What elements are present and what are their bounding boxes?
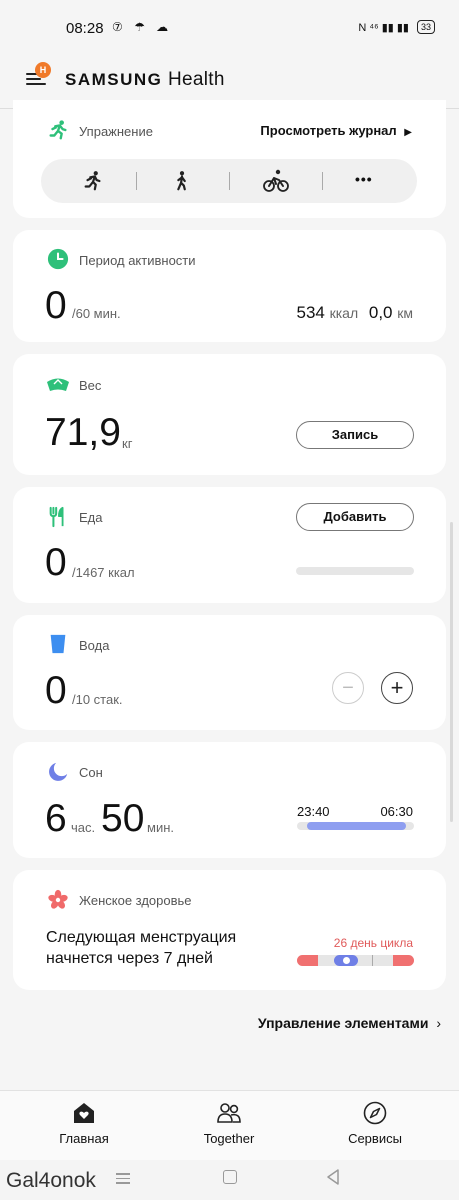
exercise-title: Упражнение	[79, 124, 153, 139]
water-card[interactable]: Вода 0 /10 стак. − +	[13, 615, 446, 730]
add-food-button[interactable]: Добавить	[296, 503, 414, 531]
water-plus-button[interactable]: +	[381, 672, 413, 704]
km-unit: км	[397, 305, 413, 321]
sleep-title: Сон	[79, 765, 103, 780]
back-triangle-icon[interactable]	[326, 1169, 340, 1185]
status-notification-icons: ⑦ ☂ ☁	[112, 20, 173, 34]
km-value: 0,0	[368, 303, 393, 322]
food-value: 0	[45, 541, 67, 584]
cycle-period-segment	[297, 955, 318, 966]
sleep-minutes: 50	[101, 797, 145, 840]
cycle-bar	[297, 955, 414, 966]
activity-value: 0	[45, 284, 67, 327]
recents-icon[interactable]	[116, 1170, 130, 1187]
sleep-minutes-unit: мин.	[147, 820, 174, 835]
view-journal-label: Просмотреть журнал	[260, 123, 397, 138]
app-title: SAMSUNG Health	[65, 69, 225, 91]
running-icon	[49, 120, 67, 140]
weight-title: Вес	[79, 378, 102, 393]
status-time: 08:28	[66, 20, 104, 37]
exercise-card[interactable]: Упражнение Просмотреть журнал ▶ •••	[13, 100, 446, 218]
moon-icon	[49, 762, 68, 781]
water-minus-button[interactable]: −	[332, 672, 364, 704]
nav-home-label: Главная	[59, 1131, 109, 1146]
people-icon	[217, 1103, 241, 1123]
home-heart-icon	[74, 1103, 94, 1123]
food-card[interactable]: Еда Добавить 0 /1467 ккал	[13, 487, 446, 603]
nav-services[interactable]: Сервисы	[320, 1101, 430, 1146]
sleep-bar-fill	[307, 822, 406, 830]
weight-card[interactable]: Вес 71,9 кг Запись	[13, 354, 446, 475]
exercise-separator	[322, 172, 323, 190]
cycle-today-marker	[343, 957, 350, 964]
signal-icons: N ⁴⁶ ▮▮ ▮▮	[358, 21, 409, 34]
water-target: /10 стак.	[72, 692, 123, 707]
weight-value: 71,9	[45, 411, 121, 454]
kcal-unit: ккал	[329, 305, 359, 321]
chevron-right-icon: ›	[436, 1015, 441, 1031]
weight-unit: кг	[122, 436, 133, 451]
cycle-next-period-segment	[393, 955, 414, 966]
run-exercise-icon[interactable]	[82, 170, 104, 192]
sleep-bar-track	[297, 822, 414, 830]
sleep-start-time: 23:40	[297, 804, 330, 819]
system-navigation-bar: Gal4onok	[0, 1160, 459, 1200]
activity-stats: 534 ккал 0,0 км	[297, 303, 413, 323]
record-weight-button[interactable]: Запись	[296, 421, 414, 449]
kcal-value: 534	[296, 303, 325, 322]
manage-items-label: Управление элементами	[257, 1015, 429, 1031]
activity-target: /60 мин.	[72, 306, 121, 321]
notification-badge: H	[35, 62, 51, 78]
activity-title: Период активности	[79, 253, 196, 268]
water-glass-icon	[50, 634, 66, 654]
status-bar: 08:28 ⑦ ☂ ☁ N ⁴⁶ ▮▮ ▮▮ 33	[0, 0, 459, 58]
cycle-tick	[372, 955, 373, 966]
nav-together-label: Together	[203, 1131, 255, 1146]
app-name: Health	[168, 69, 225, 90]
scale-icon	[47, 378, 69, 391]
watermark: Gal4onok	[6, 1169, 96, 1192]
nav-home[interactable]: Главная	[29, 1101, 139, 1146]
sleep-hours: 6	[45, 797, 67, 840]
home-square-icon[interactable]	[223, 1170, 237, 1184]
womens-health-card[interactable]: Женское здоровье Следующая менструация н…	[13, 870, 446, 990]
bottom-navigation: Главная Together Сервисы	[0, 1090, 459, 1161]
next-period-line1: Следующая менструация	[46, 929, 237, 946]
exercise-separator	[229, 172, 230, 190]
clock-icon	[47, 248, 69, 270]
food-title: Еда	[79, 510, 103, 525]
exercise-separator	[136, 172, 137, 190]
more-exercises-icon[interactable]: •••	[355, 171, 373, 187]
cycle-exercise-icon[interactable]	[263, 169, 289, 193]
sleep-end-time: 06:30	[380, 804, 413, 819]
view-journal-link[interactable]: Просмотреть журнал ▶	[260, 123, 412, 138]
manage-items-link[interactable]: Управление элементами ›	[258, 1015, 441, 1031]
exercise-type-bar: •••	[41, 159, 417, 203]
food-target: /1467 ккал	[72, 565, 135, 580]
nav-together[interactable]: Together	[174, 1101, 284, 1146]
compass-icon	[363, 1101, 387, 1125]
womens-health-title: Женское здоровье	[79, 893, 192, 908]
water-title: Вода	[79, 638, 110, 653]
cycle-day-label: 26 день цикла	[333, 936, 413, 950]
flower-icon	[48, 889, 68, 909]
next-period-line2: начнется через 7 дней	[46, 950, 213, 967]
scrollbar[interactable]	[450, 522, 453, 822]
sleep-card[interactable]: Сон 6 час. 50 мин. 23:40 06:30	[13, 742, 446, 858]
fork-knife-icon	[49, 506, 64, 528]
sleep-hours-unit: час.	[71, 820, 96, 835]
battery-icon: 33	[416, 20, 435, 34]
triangle-right-icon: ▶	[404, 127, 412, 138]
water-value: 0	[45, 669, 67, 712]
walk-exercise-icon[interactable]	[171, 170, 193, 192]
activity-card[interactable]: Период активности 0 /60 мин. 534 ккал 0,…	[13, 230, 446, 342]
app-brand: SAMSUNG	[65, 70, 163, 89]
food-progress-bar	[296, 567, 414, 575]
status-right-icons: N ⁴⁶ ▮▮ ▮▮ 33	[358, 20, 435, 34]
nav-services-label: Сервисы	[348, 1131, 402, 1146]
